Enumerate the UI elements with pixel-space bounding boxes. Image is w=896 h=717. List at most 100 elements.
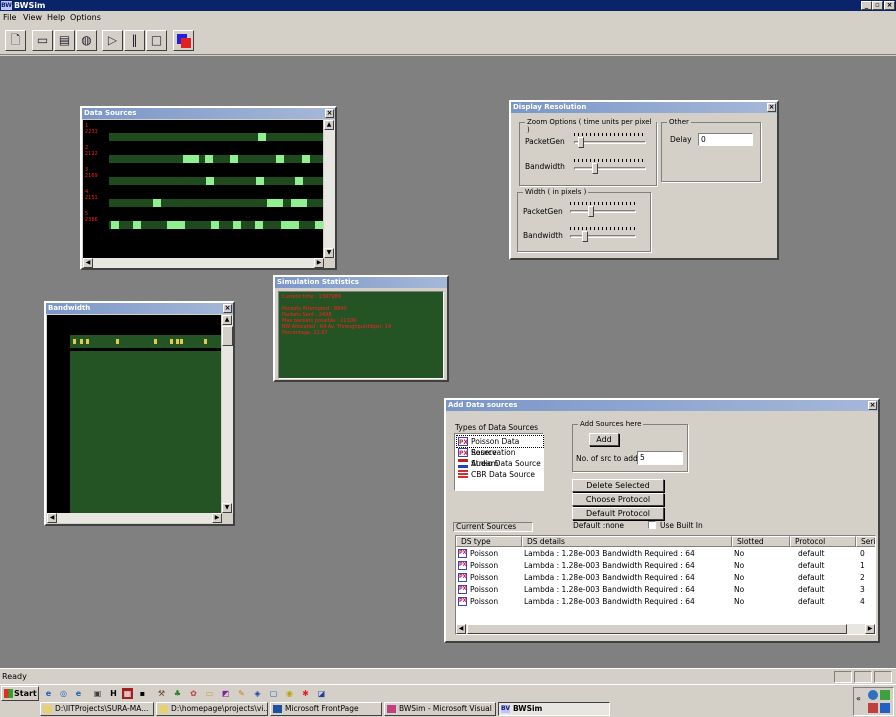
scroll-down-icon[interactable]: ▼ [324,248,334,258]
network-icon[interactable]: ◈ [252,688,263,699]
scroll-up-icon[interactable]: ▲ [324,120,334,130]
target-icon[interactable]: ◉ [284,688,295,699]
tools-icon[interactable]: ⚒ [156,688,167,699]
desktop-icon[interactable]: ▣ [92,688,103,699]
close-icon[interactable]: × [325,109,334,118]
scroll-left-icon[interactable]: ◀ [83,258,93,268]
col-protocol[interactable]: Protocol [790,536,856,547]
table-row[interactable]: PX Poisson Lambda : 1.28e-003 Bandwidth … [456,560,875,572]
ie-icon[interactable]: e [73,688,84,699]
app-icon-blue[interactable]: ◪ [316,688,327,699]
width-packetgen-slider[interactable] [570,210,636,213]
app-icon-red[interactable]: ▦ [122,688,133,699]
windows-tray-icon[interactable] [880,703,890,713]
task-sura[interactable]: D:\IITProjects\SURA-MA... [40,702,154,716]
task-homepage[interactable]: D:\homepage\projects\vi... [156,702,268,716]
stop-icon[interactable]: □ [146,30,167,51]
pause-icon[interactable]: ‖ [124,30,145,51]
color-icon[interactable] [173,30,194,51]
choose-protocol-button[interactable]: Choose Protocol [572,493,664,506]
type-cbr[interactable]: CBCBR Data Source [457,469,535,480]
window-icon[interactable]: ▢ [268,688,279,699]
use-builtin-checkbox[interactable] [648,521,656,529]
width-bandwidth-thumb[interactable] [582,231,588,242]
type-poisson[interactable]: PX Poisson Data Source [456,435,544,457]
type-audio[interactable]: AUAudio Data Source [457,458,541,469]
add-button[interactable]: Add [589,433,619,446]
ie-icon[interactable]: e [43,688,54,699]
delete-selected-button[interactable]: Delete Selected sources [572,479,664,501]
scroll-right-icon[interactable]: ▶ [314,258,324,268]
zoom-bandwidth-thumb[interactable] [592,163,598,174]
scroll-right-icon[interactable]: ▶ [212,513,222,523]
scroll-right-icon[interactable]: ▶ [865,624,875,634]
h-icon[interactable]: H [108,688,119,699]
system-tray: « [853,687,894,716]
delay-input[interactable]: 0 [698,133,753,146]
vs-icon[interactable]: ◩ [220,688,231,699]
star-icon[interactable]: ✱ [300,688,311,699]
new-icon[interactable]: 🗋 [5,30,26,51]
close-icon[interactable]: × [223,304,232,313]
col-slotted[interactable]: Slotted [732,536,790,547]
col-seri[interactable]: Seri [856,536,875,547]
maximize-button[interactable]: ▫ [872,1,883,10]
table-row[interactable]: PX Poisson Lambda : 1.28e-003 Bandwidth … [456,548,875,560]
num-sources-input[interactable]: 5 [637,451,683,465]
close-icon[interactable]: × [868,401,877,410]
close-icon[interactable]: × [767,103,776,112]
zoom-packetgen-thumb[interactable] [578,137,584,148]
menu-options[interactable]: Options [70,13,101,22]
poisson-icon: PX [458,549,467,558]
scroll-left-icon[interactable]: ◀ [47,513,57,523]
types-list[interactable]: PX Poisson Data Source PX Reservation Stre… [454,433,544,491]
tray-icon[interactable] [880,690,890,700]
task-visual-studio[interactable]: BWSim - Microsoft Visual ... [384,702,496,716]
tray-icon[interactable] [868,703,878,713]
horizontal-scrollbar[interactable]: ◀ ▶ [83,258,324,268]
globe-icon[interactable]: ◎ [58,688,69,699]
width-bandwidth-slider[interactable] [570,235,636,238]
vertical-scrollbar[interactable]: ▲ ▼ [324,120,335,258]
globe-icon[interactable]: ◍ [76,30,97,51]
menu-help[interactable]: Help [47,13,65,22]
edit-icon[interactable]: ✎ [236,688,247,699]
table-row[interactable]: PX Poisson Lambda : 1.28e-003 Bandwidth … [456,584,875,596]
source-label-1: 1 2233 [85,123,98,135]
close-button[interactable]: × [884,1,895,10]
type-reservation[interactable]: PX Reservation Stream [457,447,543,468]
col-ds-type[interactable]: DS type [456,536,522,547]
vertical-scrollbar[interactable]: ▲ ▼ [222,315,233,513]
horizontal-scrollbar[interactable]: ◀ ▶ [456,624,875,634]
film-icon[interactable]: ▤ [54,30,75,51]
tree-icon[interactable]: ♣ [172,688,183,699]
start-button[interactable]: Start [1,686,39,701]
zoom-packetgen-slider[interactable] [574,141,646,144]
width-packetgen-thumb[interactable] [588,206,594,217]
menu-file[interactable]: File [3,13,16,22]
scroll-thumb[interactable] [467,624,847,634]
col-ds-details[interactable]: DS details [522,536,732,547]
minimize-button[interactable]: _ [861,1,872,10]
play-icon[interactable]: ▷ [102,30,123,51]
table-row[interactable]: PX Poisson Lambda : 1.28e-003 Bandwidth … [456,572,875,584]
table-row[interactable]: PX Poisson Lambda : 1.28e-003 Bandwidth … [456,596,875,608]
default-protocol-button[interactable]: Default Protocol [572,507,664,520]
scroll-down-icon[interactable]: ▼ [222,503,232,513]
scroll-up-icon[interactable]: ▲ [222,315,232,325]
horizontal-scrollbar[interactable]: ◀ ▶ [47,513,222,523]
tray-expand-icon[interactable]: « [856,694,861,703]
scroll-thumb[interactable] [222,326,233,346]
network-tray-icon[interactable] [868,690,878,700]
current-sources-table[interactable]: DS type DS details Slotted Protocol Seri… [455,535,876,635]
menu-view[interactable]: View [23,13,42,22]
zoom-bandwidth-slider[interactable] [574,167,646,170]
paint-icon[interactable]: ✿ [188,688,199,699]
task-bwsim[interactable]: BV BWSim [498,702,610,716]
task-frontpage[interactable]: Microsoft FrontPage [270,702,382,716]
monitor-icon[interactable]: ▭ [32,30,53,51]
scroll-left-icon[interactable]: ◀ [456,624,466,634]
console-icon[interactable]: ▪ [137,688,148,699]
windows-logo-icon [4,689,13,698]
folder-icon[interactable]: ▭ [204,688,215,699]
